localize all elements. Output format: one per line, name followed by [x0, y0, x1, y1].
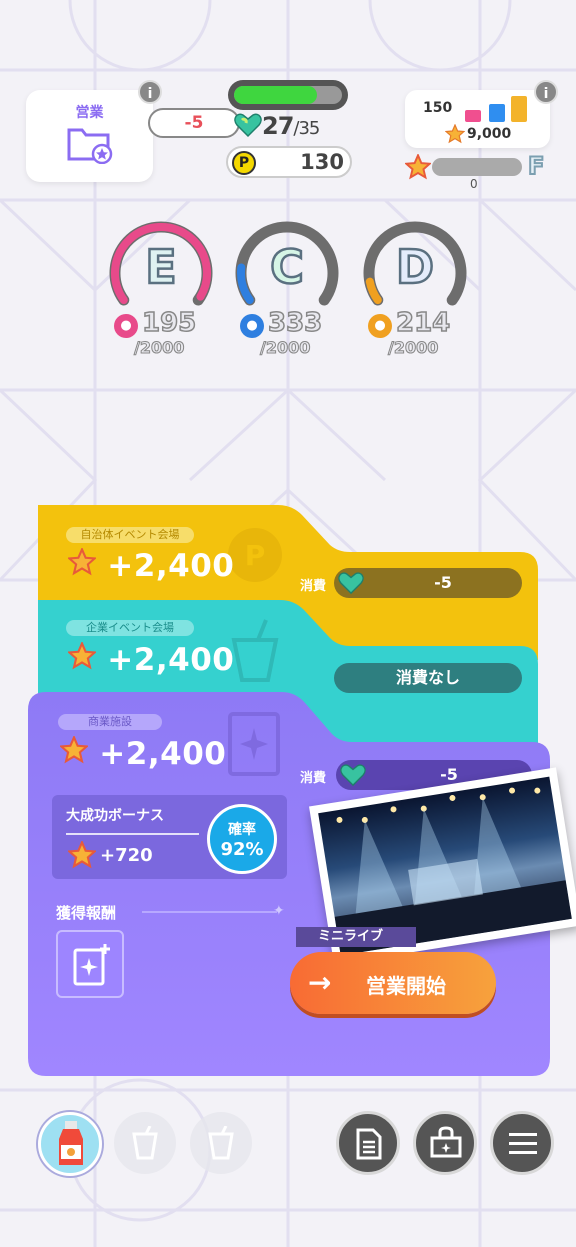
menu-icon [509, 1133, 537, 1154]
empty-item-slot[interactable] [114, 1112, 176, 1174]
bonus-title: 大成功ボーナス [66, 808, 164, 824]
start-eigyo-label: 営業開始 [366, 974, 446, 998]
menu-button[interactable] [490, 1111, 554, 1175]
document-icon [356, 1128, 382, 1160]
card-reward-value: +2,400 [107, 548, 235, 584]
divider [66, 833, 199, 835]
star-icon [60, 736, 88, 764]
consume-bar: -5 [334, 568, 522, 598]
document-button[interactable] [336, 1111, 400, 1175]
probability-badge: 確率 92% [207, 804, 277, 874]
card-reward: +2,400 [68, 642, 234, 678]
svg-text:P: P [245, 539, 266, 572]
bonus-value: +720 [100, 845, 153, 866]
drink-icon [59, 1121, 83, 1165]
reward-title: 獲得報酬 [56, 904, 117, 922]
arrow-right-icon: → [308, 966, 332, 999]
live-label: ミニライブ [296, 927, 416, 947]
probability-value: 92% [220, 839, 264, 860]
heart-icon [338, 572, 364, 595]
probability-label: 確率 [228, 822, 256, 838]
star-icon [68, 841, 96, 869]
consume-value: -5 [440, 765, 458, 784]
photo-card-icon [73, 944, 110, 986]
empty-item-slot[interactable] [190, 1112, 252, 1174]
consume-label: 消費 [300, 771, 327, 786]
shop-icon [430, 1126, 462, 1158]
start-eigyo-button[interactable]: → 営業開始 [290, 952, 496, 1014]
sparkle-icon: ✦ [273, 903, 285, 919]
bonus-box: 大成功ボーナス +720 確率 92% [52, 795, 287, 879]
card-reward: +2,400 [68, 548, 234, 584]
heart-icon [340, 764, 366, 787]
drink-button[interactable] [38, 1112, 102, 1176]
consume-label: 消費 [300, 579, 327, 594]
consume-value: -5 [434, 573, 452, 592]
card-tag: 商業施設 [58, 714, 162, 730]
card-tag: 企業イベント会場 [66, 620, 194, 636]
consume-bar: 消費なし [334, 663, 522, 693]
cup-icon [208, 1126, 234, 1160]
card-reward-value: +2,400 [107, 642, 235, 678]
divider [142, 911, 277, 913]
cup-icon [132, 1126, 158, 1160]
star-icon [68, 642, 96, 670]
card-reward-value: +2,400 [99, 736, 227, 772]
star-icon [68, 548, 96, 576]
card-tag: 自治体イベント会場 [66, 527, 194, 543]
reward-item[interactable] [56, 930, 124, 998]
card-reward: +2,400 [60, 736, 226, 772]
shop-button[interactable] [413, 1111, 477, 1175]
